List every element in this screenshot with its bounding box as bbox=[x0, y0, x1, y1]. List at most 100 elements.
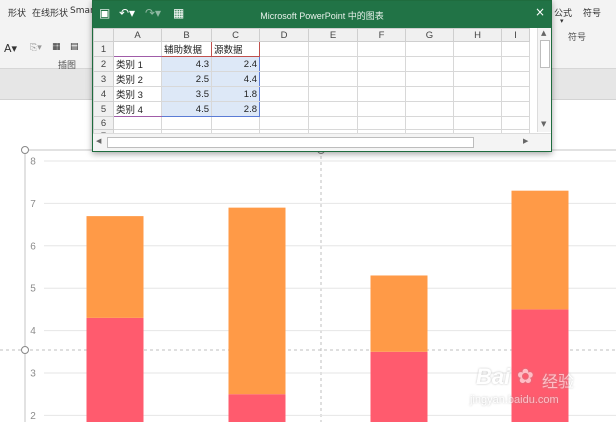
column-header[interactable]: C bbox=[211, 28, 260, 42]
bar-segment-series2[interactable] bbox=[511, 190, 569, 310]
cell[interactable] bbox=[405, 56, 454, 72]
cell[interactable] bbox=[453, 116, 502, 130]
cell[interactable]: 类别 3 bbox=[113, 86, 162, 102]
column-header[interactable]: I bbox=[501, 28, 530, 42]
row-header[interactable]: 5 bbox=[93, 101, 114, 117]
symbol-button[interactable]: 符号 bbox=[583, 6, 601, 19]
column-header[interactable]: G bbox=[405, 28, 454, 42]
cell[interactable] bbox=[308, 71, 358, 87]
scroll-thumb-horizontal[interactable] bbox=[107, 137, 474, 148]
cell[interactable] bbox=[357, 86, 406, 102]
vertical-scrollbar[interactable]: ▲ ▼ bbox=[537, 28, 551, 132]
cell[interactable] bbox=[259, 101, 309, 117]
cell[interactable] bbox=[405, 101, 454, 117]
cell[interactable] bbox=[405, 71, 454, 87]
bar-segment-series2[interactable] bbox=[86, 216, 144, 318]
scroll-thumb[interactable] bbox=[540, 40, 550, 68]
cell[interactable] bbox=[405, 116, 454, 130]
cell[interactable] bbox=[501, 71, 530, 87]
scroll-left-icon[interactable]: ◀ bbox=[96, 137, 101, 145]
close-icon[interactable]: × bbox=[535, 5, 545, 19]
cell[interactable] bbox=[113, 41, 162, 57]
scroll-down-icon[interactable]: ▼ bbox=[541, 120, 546, 128]
cell[interactable]: 4.5 bbox=[161, 101, 212, 117]
cell[interactable]: 4.3 bbox=[161, 56, 212, 72]
cell[interactable] bbox=[161, 116, 212, 130]
chart-icon[interactable]: ▤ bbox=[70, 42, 79, 52]
column-header[interactable]: H bbox=[453, 28, 502, 42]
cell[interactable] bbox=[453, 86, 502, 102]
cell[interactable] bbox=[501, 86, 530, 102]
cell[interactable] bbox=[259, 86, 309, 102]
highlight-icon[interactable]: ⎘▾ bbox=[30, 43, 42, 53]
row-header[interactable]: 6 bbox=[93, 116, 114, 130]
spreadsheet-grid[interactable]: A B C D E F G H I 1 辅助数据 源数据 2 类别 1 4.3 … bbox=[93, 28, 530, 143]
cell[interactable] bbox=[453, 71, 502, 87]
column-header[interactable]: B bbox=[161, 28, 212, 42]
cell[interactable]: 类别 1 bbox=[113, 56, 162, 72]
cell[interactable] bbox=[113, 116, 162, 130]
cell[interactable] bbox=[259, 116, 309, 130]
row-header[interactable]: 2 bbox=[93, 56, 114, 72]
cell[interactable] bbox=[501, 41, 530, 57]
watermark-brand-cn: 经验 bbox=[542, 372, 575, 391]
horizontal-scrollbar[interactable]: ◀ ▶ bbox=[93, 133, 551, 151]
cell[interactable] bbox=[405, 41, 454, 57]
cell[interactable] bbox=[259, 41, 309, 57]
cell[interactable] bbox=[308, 101, 358, 117]
cell[interactable]: 类别 2 bbox=[113, 71, 162, 87]
cell[interactable] bbox=[259, 56, 309, 72]
row-header[interactable]: 1 bbox=[93, 41, 114, 57]
cell[interactable]: 1.8 bbox=[211, 86, 260, 102]
bar-segment-series2[interactable] bbox=[370, 275, 428, 352]
cell[interactable] bbox=[357, 56, 406, 72]
cell[interactable] bbox=[501, 116, 530, 130]
row-header[interactable]: 4 bbox=[93, 86, 114, 102]
column-header[interactable]: F bbox=[357, 28, 406, 42]
cell[interactable]: 源数据 bbox=[211, 41, 260, 57]
cell[interactable] bbox=[405, 86, 454, 102]
cell[interactable] bbox=[308, 41, 358, 57]
cell[interactable]: 辅助数据 bbox=[161, 41, 212, 57]
cell[interactable] bbox=[453, 56, 502, 72]
cell[interactable]: 2.4 bbox=[211, 56, 260, 72]
cell[interactable] bbox=[501, 56, 530, 72]
scroll-right-icon[interactable]: ▶ bbox=[523, 137, 528, 145]
resize-handle-top-left[interactable] bbox=[21, 146, 29, 154]
cell[interactable] bbox=[453, 101, 502, 117]
cell[interactable] bbox=[308, 116, 358, 130]
resize-handle-left[interactable] bbox=[21, 346, 29, 354]
cell[interactable] bbox=[357, 71, 406, 87]
row-header[interactable]: 3 bbox=[93, 71, 114, 87]
cell[interactable] bbox=[259, 71, 309, 87]
cell[interactable] bbox=[357, 41, 406, 57]
cell[interactable] bbox=[308, 56, 358, 72]
cell[interactable] bbox=[453, 41, 502, 57]
cell[interactable] bbox=[211, 116, 260, 130]
bar-segment-series1[interactable] bbox=[370, 351, 428, 422]
column-header[interactable]: E bbox=[308, 28, 358, 42]
cell[interactable] bbox=[501, 101, 530, 117]
chart-data-window[interactable]: ▣ ↶▾ ↷▾ ▦ Microsoft PowerPoint 中的图表 × A … bbox=[92, 0, 552, 152]
column-header[interactable]: A bbox=[113, 28, 162, 42]
cell[interactable]: 2.5 bbox=[161, 71, 212, 87]
shapes-button[interactable]: 形状 bbox=[8, 6, 26, 19]
online-shapes-button[interactable]: 在线形状 bbox=[32, 6, 68, 19]
cell[interactable]: 类别 4 bbox=[113, 101, 162, 117]
formula-dropdown-icon[interactable]: ▾ bbox=[560, 17, 564, 25]
cell[interactable]: 3.5 bbox=[161, 86, 212, 102]
window-titlebar[interactable]: ▣ ↶▾ ↷▾ ▦ Microsoft PowerPoint 中的图表 × bbox=[93, 1, 551, 28]
bar-segment-series1[interactable] bbox=[86, 317, 144, 422]
cell[interactable] bbox=[308, 86, 358, 102]
select-all-corner[interactable] bbox=[93, 28, 114, 42]
cell[interactable] bbox=[357, 116, 406, 130]
grid-icon[interactable]: ▦ bbox=[52, 42, 61, 52]
font-color-icon[interactable]: A▾ bbox=[4, 42, 17, 55]
column-header[interactable]: D bbox=[259, 28, 309, 42]
cell[interactable]: 4.4 bbox=[211, 71, 260, 87]
bar-segment-series1[interactable] bbox=[228, 394, 286, 422]
scroll-up-icon[interactable]: ▲ bbox=[541, 29, 546, 37]
cell[interactable] bbox=[357, 101, 406, 117]
bar-segment-series2[interactable] bbox=[228, 207, 286, 395]
cell[interactable]: 2.8 bbox=[211, 101, 260, 117]
